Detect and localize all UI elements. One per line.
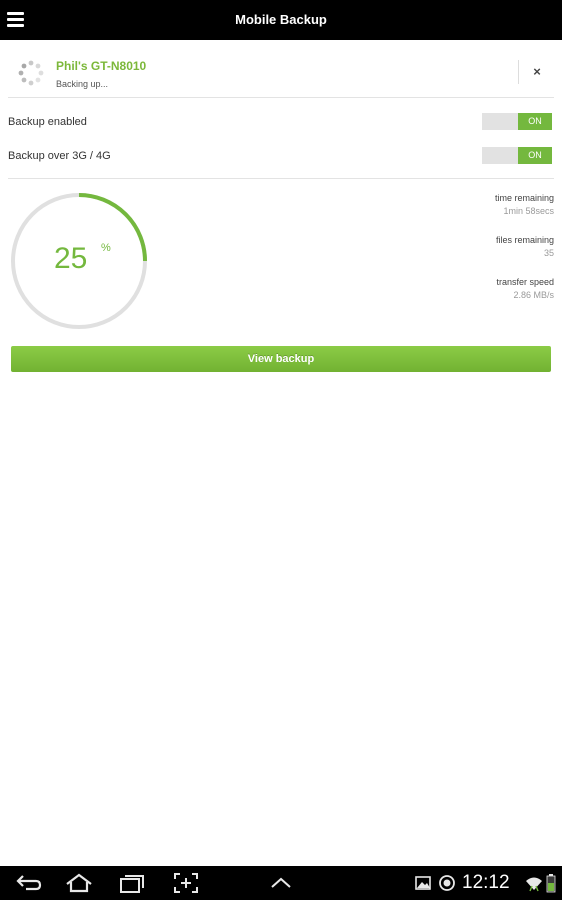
wifi-icon: [526, 877, 542, 892]
setting-backup-enabled: Backup enabled ON: [8, 105, 554, 139]
app-title: Mobile Backup: [235, 12, 327, 27]
recent-apps-icon[interactable]: [118, 871, 146, 895]
setting-backup-over-mobile: Backup over 3G / 4G ON: [8, 139, 554, 173]
up-arrow-icon[interactable]: [268, 871, 294, 895]
stat-files-remaining: files remaining 35: [394, 235, 554, 258]
progress-ring: 25 %: [10, 192, 148, 330]
backup-over-mobile-toggle[interactable]: ON: [482, 147, 552, 164]
back-icon[interactable]: [14, 871, 42, 895]
stat-value: 1min 58secs: [503, 206, 554, 216]
setting-label: Backup over 3G / 4G: [8, 150, 111, 162]
stat-label: time remaining: [494, 193, 554, 203]
spinner-icon: [18, 60, 44, 86]
sync-icon: [439, 875, 455, 891]
system-nav-bar: 12:12: [0, 866, 562, 900]
device-name: Phil's GT-N8010: [56, 59, 147, 73]
device-row: Phil's GT-N8010 Backing up... ×: [8, 48, 554, 98]
stat-value: 2.86 MB/s: [513, 290, 554, 300]
device-status: Backing up...: [56, 79, 109, 89]
toggle-state: ON: [518, 113, 552, 130]
action-bar: Mobile Backup: [0, 0, 562, 40]
stat-value: 35: [543, 248, 554, 258]
close-icon[interactable]: ×: [528, 62, 546, 82]
stat-label: transfer speed: [496, 277, 554, 287]
setting-label: Backup enabled: [8, 116, 87, 128]
backup-enabled-toggle[interactable]: ON: [482, 113, 552, 130]
progress-percent: 25: [54, 242, 88, 275]
gallery-icon: [415, 876, 431, 890]
battery-icon: [546, 874, 556, 893]
toggle-state: ON: [518, 147, 552, 164]
divider: [8, 178, 554, 179]
progress-percent-sign: %: [101, 242, 111, 254]
divider: [518, 60, 519, 84]
stat-transfer-speed: transfer speed 2.86 MB/s: [394, 277, 554, 300]
view-backup-button[interactable]: View backup: [11, 346, 551, 372]
stat-time-remaining: time remaining 1min 58secs: [394, 193, 554, 216]
status-clock: 12:12: [462, 872, 510, 893]
screenshot-icon[interactable]: [172, 871, 200, 895]
home-icon[interactable]: [64, 871, 94, 895]
stat-label: files remaining: [495, 235, 554, 245]
